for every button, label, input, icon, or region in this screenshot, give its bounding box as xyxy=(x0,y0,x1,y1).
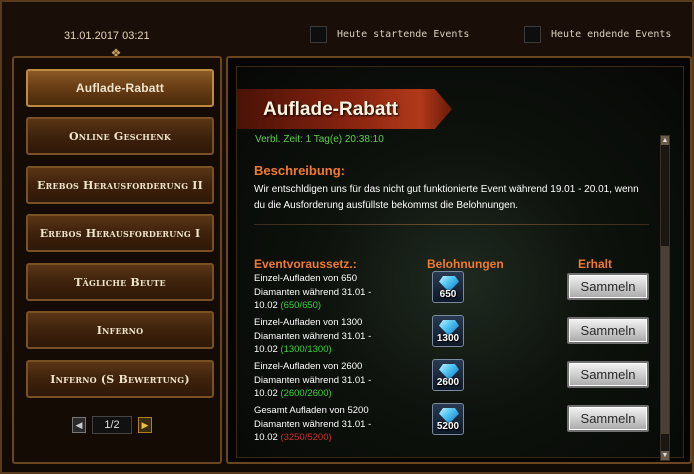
scroll-up-icon[interactable]: ▲ xyxy=(661,136,669,145)
table-row: Gesamt Aufladen von 5200 Diamanten währe… xyxy=(254,404,404,445)
row-condition-line: Gesamt Aufladen von 5200 xyxy=(254,405,369,416)
diamond-icon: 2600 xyxy=(432,359,464,391)
scrollbar[interactable]: ▲ ▼ xyxy=(660,135,670,461)
row-condition-line: Einzel-Aufladen von 1300 xyxy=(254,317,363,328)
divider xyxy=(254,224,649,225)
collect-button[interactable]: Sammeln xyxy=(567,405,649,432)
checkbox-ending-events[interactable]: Heute endende Events xyxy=(524,26,671,43)
event-content: Auflade-Rabatt Verbl. Zeit: 1 Tag(e) 20:… xyxy=(236,66,684,461)
reward-amount: 650 xyxy=(439,289,457,300)
sidebar-pager: ◀ 1/2 ▶ xyxy=(72,416,152,434)
row-condition-line: 10.02 (650/650) xyxy=(254,300,322,311)
row-progress: (650/650) xyxy=(280,300,322,311)
description-text: Wir entschldigen uns für das nicht gut f… xyxy=(254,184,639,211)
row-condition-line: Einzel-Aufladen von 2600 xyxy=(254,361,363,372)
checkbox-starting-events[interactable]: Heute startende Events xyxy=(310,26,469,43)
event-window: 31.01.2017 03:21 ❖ Heute startende Event… xyxy=(0,0,694,474)
column-rewards: Belohnungen xyxy=(427,257,504,271)
row-condition-line: Diamanten während 31.01 - xyxy=(254,286,372,298)
sidebar-item-erebos-ii[interactable]: Erebos Herausforderung II xyxy=(26,166,214,204)
sidebar-item-inferno[interactable]: Inferno xyxy=(26,311,214,349)
reward-amount: 1300 xyxy=(436,333,460,344)
description-heading: Beschreibung: xyxy=(254,163,346,178)
arrow-left-icon[interactable]: ◀ xyxy=(72,417,86,433)
reward-amount: 2600 xyxy=(436,377,460,388)
diamond-icon: 650 xyxy=(432,271,464,303)
row-condition-line: Diamanten während 31.01 - xyxy=(254,330,372,342)
collect-button[interactable]: Sammeln xyxy=(567,317,649,344)
row-condition-line: 10.02 (3250/5200) xyxy=(254,432,332,443)
checkbox-label: Heute startende Events xyxy=(337,29,470,40)
diamond-icon: 1300 xyxy=(432,315,464,347)
table-row: Einzel-Aufladen von 2600 Diamanten währe… xyxy=(254,360,404,401)
sidebar-item-erebos-i[interactable]: Erebos Herausforderung I xyxy=(26,214,214,252)
scroll-thumb[interactable] xyxy=(661,246,669,434)
checkbox-label: Heute endende Events xyxy=(551,29,672,40)
checkbox-box[interactable] xyxy=(310,26,327,43)
sidebar-item-inferno-s[interactable]: Inferno (S Bewertung) xyxy=(26,360,214,398)
row-condition-line: Diamanten während 31.01 - xyxy=(254,374,372,386)
row-condition-line: Einzel-Aufladen von 650 xyxy=(254,273,357,284)
diamond-icon: 5200 xyxy=(432,403,464,435)
row-progress: (2600/2600) xyxy=(280,388,332,399)
event-detail-panel: Auflade-Rabatt Verbl. Zeit: 1 Tag(e) 20:… xyxy=(226,56,692,464)
checkbox-box[interactable] xyxy=(524,26,541,43)
page-indicator: 1/2 xyxy=(92,416,132,434)
table-row: Einzel-Aufladen von 1300 Diamanten währe… xyxy=(254,316,404,357)
sidebar-item-taegliche-beute[interactable]: Tägliche Beute xyxy=(26,263,214,301)
column-condition: Eventvoraussetz.: xyxy=(254,257,357,271)
scroll-down-icon[interactable]: ▼ xyxy=(661,451,669,460)
arrow-right-icon[interactable]: ▶ xyxy=(138,417,152,433)
collect-button[interactable]: Sammeln xyxy=(567,361,649,388)
sidebar-item-auflade-rabatt[interactable]: Auflade-Rabatt xyxy=(26,69,214,107)
server-datetime: 31.01.2017 03:21 xyxy=(64,30,150,42)
collect-button[interactable]: Sammeln xyxy=(567,273,649,300)
remaining-time: Verbl. Zeit: 1 Tag(e) 20:38:10 xyxy=(255,134,384,145)
table-row: Einzel-Aufladen von 650 Diamanten währen… xyxy=(254,272,404,313)
event-sidebar: Auflade-Rabatt Online Geschenk Erebos He… xyxy=(12,56,222,464)
reward-amount: 5200 xyxy=(436,421,460,432)
row-condition-line: Diamanten während 31.01 - xyxy=(254,418,372,430)
row-progress: (1300/1300) xyxy=(280,344,332,355)
row-condition-line: 10.02 (2600/2600) xyxy=(254,388,332,399)
row-condition-line: 10.02 (1300/1300) xyxy=(254,344,332,355)
event-title: Auflade-Rabatt xyxy=(263,99,399,120)
row-progress: (3250/5200) xyxy=(280,432,332,443)
column-received: Erhalt xyxy=(578,257,613,271)
sidebar-item-online-geschenk[interactable]: Online Geschenk xyxy=(26,117,214,155)
